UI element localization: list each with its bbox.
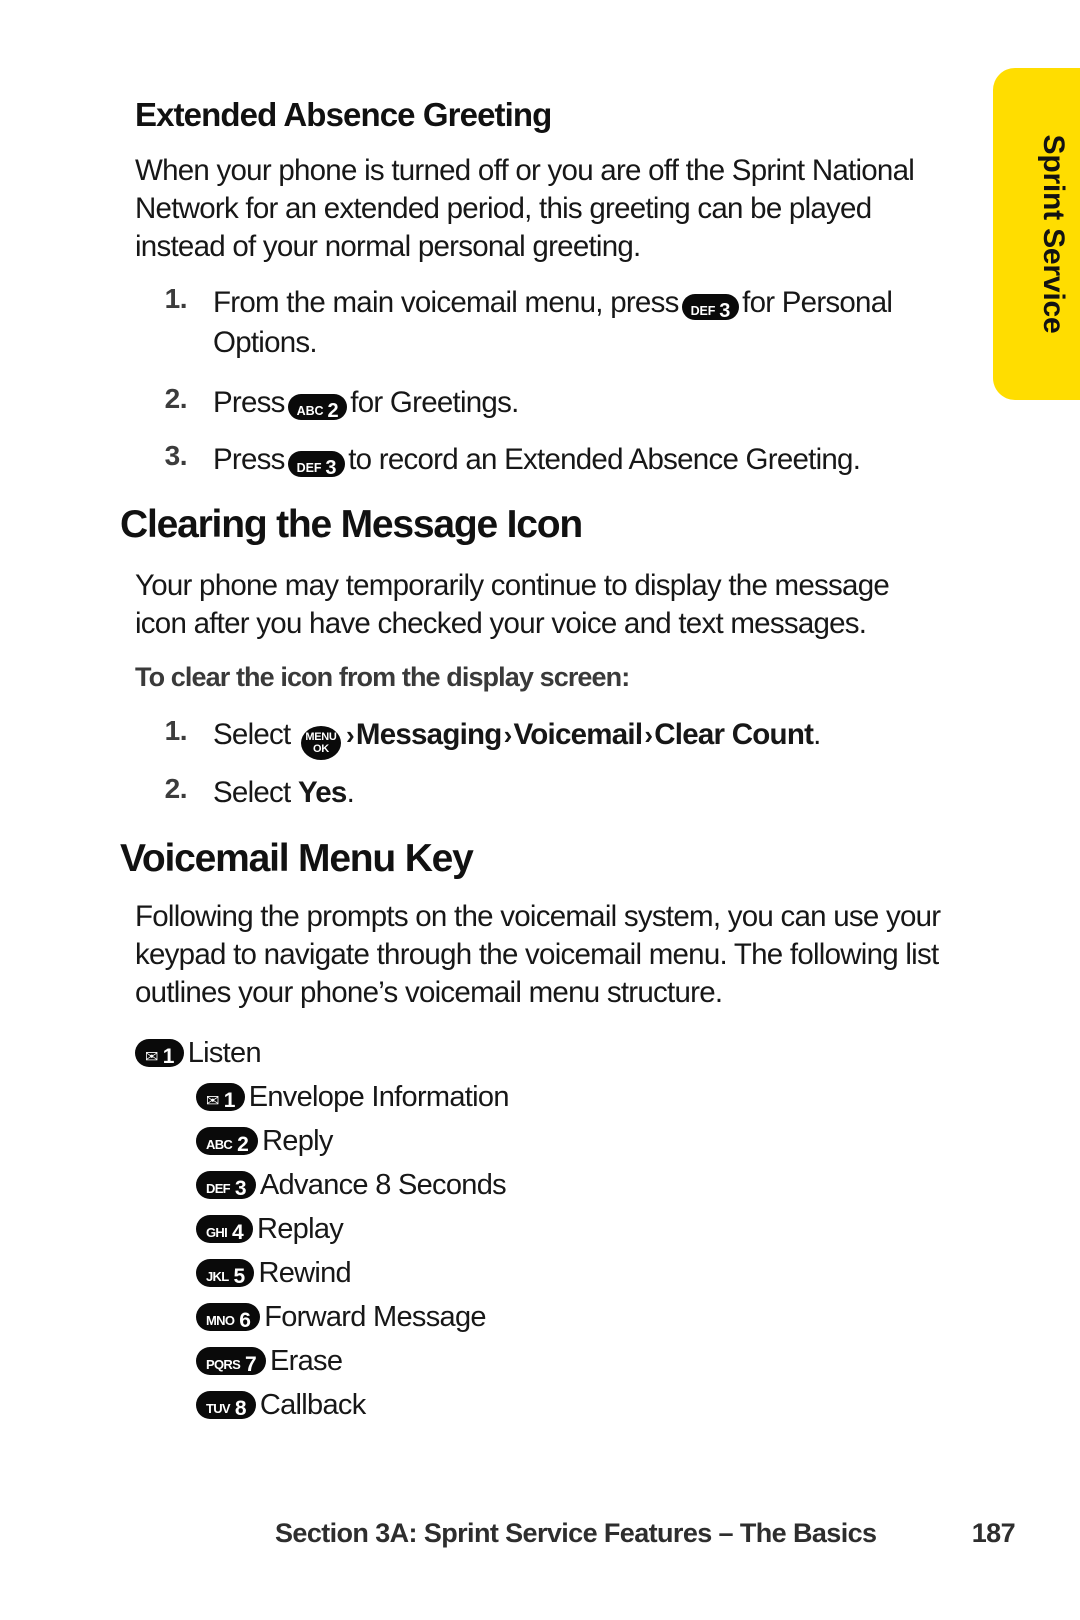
- tree-item: PQRS 7 Erase: [196, 1345, 343, 1378]
- tree-item-label: Erase: [270, 1345, 343, 1377]
- tree-item: ✉ 1 Listen: [135, 1037, 262, 1070]
- key-pqrs-7: PQRS 7: [196, 1347, 267, 1376]
- step-text-before: Press: [213, 386, 285, 419]
- key-def-3: DEF 3: [681, 294, 740, 322]
- footer-page-number: 187: [971, 1518, 1016, 1548]
- key-envelope-1: ✉ 1: [196, 1083, 245, 1112]
- menu-path-voicemail: Voicemail: [513, 718, 644, 751]
- chevron-separator: ›: [503, 720, 513, 750]
- chevron-separator: ›: [644, 720, 653, 750]
- step-number: 2.: [164, 383, 188, 414]
- menu-path-messaging: Messaging: [355, 718, 502, 751]
- step-number: 1.: [164, 715, 188, 746]
- tree-item-label: Callback: [259, 1389, 366, 1421]
- section-tab-label: Sprint Service: [1037, 134, 1070, 334]
- tree-item-label: Advance 8 Seconds: [259, 1169, 507, 1201]
- step-text: Press DEF 3 to record an Extended Absence G…: [213, 440, 861, 480]
- tree-item-label: Replay: [257, 1213, 344, 1245]
- select-value-yes: Yes: [297, 776, 347, 809]
- heading-voicemail-menu-key: Voicemail Menu Key: [120, 837, 474, 880]
- step-text-before: From the main voicemail menu, press: [213, 286, 679, 319]
- tree-item: MNO 6 Forward Message: [196, 1301, 487, 1334]
- step-text-after: to record an Extended Absence Greeting.: [348, 443, 861, 476]
- tree-item-label: Listen: [187, 1037, 262, 1069]
- key-ghi-4: GHI 4: [196, 1215, 253, 1244]
- step-text-after: for Greetings.: [350, 386, 519, 419]
- heading-clearing-the-message-icon: Clearing the Message Icon: [120, 503, 583, 546]
- step-text: From the main voicemail menu, press DEF 3 f…: [213, 283, 945, 363]
- step-text-before: Select: [213, 718, 291, 751]
- tree-item: DEF 3 Advance 8 Seconds: [196, 1169, 507, 1202]
- tree-item-label: Reply: [262, 1125, 333, 1157]
- step-text-after: .: [813, 718, 821, 751]
- tree-item-label: Rewind: [258, 1257, 351, 1289]
- tree-item-label: Envelope Information: [248, 1081, 510, 1113]
- step-text: Select MENU OK ›Messaging›Voicemail›Clear …: [213, 715, 821, 760]
- tree-item: GHI 4 Replay: [196, 1213, 344, 1246]
- heading-extended-absence-greeting: Extended Absence Greeting: [135, 96, 552, 133]
- key-mno-6: MNO 6: [196, 1303, 261, 1332]
- menu-path-clear-count: Clear Count: [654, 718, 814, 751]
- page-footer: Section 3A: Sprint Service Features – Th…: [275, 1518, 1016, 1549]
- paragraph-clearing-message-icon: Your phone may temporarily continue to d…: [135, 569, 890, 640]
- tree-item: ✉ 1 Envelope Information: [196, 1082, 509, 1114]
- section-tab-sprint-service: Sprint Service: [993, 68, 1080, 400]
- key-abc-2: ABC 2: [196, 1127, 259, 1156]
- step-text: Select Yes.: [213, 773, 355, 813]
- manual-page: Sprint Service Extended Absence Greeting…: [0, 0, 1080, 1620]
- chevron-separator: ›: [345, 720, 355, 750]
- tree-item: JKL 5 Rewind: [196, 1257, 352, 1290]
- paragraph-voicemail-menu-key: Following the prompts on the voicemail s…: [135, 900, 941, 1009]
- step-number: 2.: [164, 773, 188, 804]
- key-abc-2: ABC 2: [287, 394, 348, 422]
- step-number: 3.: [164, 440, 188, 471]
- key-envelope-1: ✉ 1: [135, 1039, 184, 1068]
- page-content: Extended Absence Greeting When your phon…: [0, 0, 960, 1620]
- paragraph-extended-absence: When your phone is turned off or you are…: [135, 154, 915, 263]
- step-text: Press ABC 2 for Greetings.: [213, 383, 519, 423]
- key-tuv-8: TUV 8: [196, 1391, 256, 1420]
- footer-section-text: Section 3A: Sprint Service Features – Th…: [275, 1518, 877, 1548]
- tree-item: TUV 8 Callback: [196, 1390, 366, 1422]
- step-text-before: Select: [213, 776, 291, 809]
- key-def-3: DEF 3: [287, 451, 346, 479]
- key-def-3: DEF 3: [196, 1171, 256, 1200]
- tree-item-label: Forward Message: [264, 1301, 486, 1333]
- step-text-after: .: [346, 776, 355, 809]
- tree-item: ABC 2 Reply: [196, 1126, 333, 1158]
- step-number: 1.: [164, 283, 188, 314]
- envelope-icon: ✉: [206, 1093, 219, 1110]
- menu-ok-key-icon: MENU OK: [300, 726, 341, 760]
- envelope-icon: ✉: [145, 1049, 158, 1066]
- step-text-before: Press: [213, 443, 285, 476]
- key-jkl-5: JKL 5: [196, 1259, 255, 1288]
- subhead-clear-icon-instructions: To clear the icon from the display scree…: [135, 662, 630, 692]
